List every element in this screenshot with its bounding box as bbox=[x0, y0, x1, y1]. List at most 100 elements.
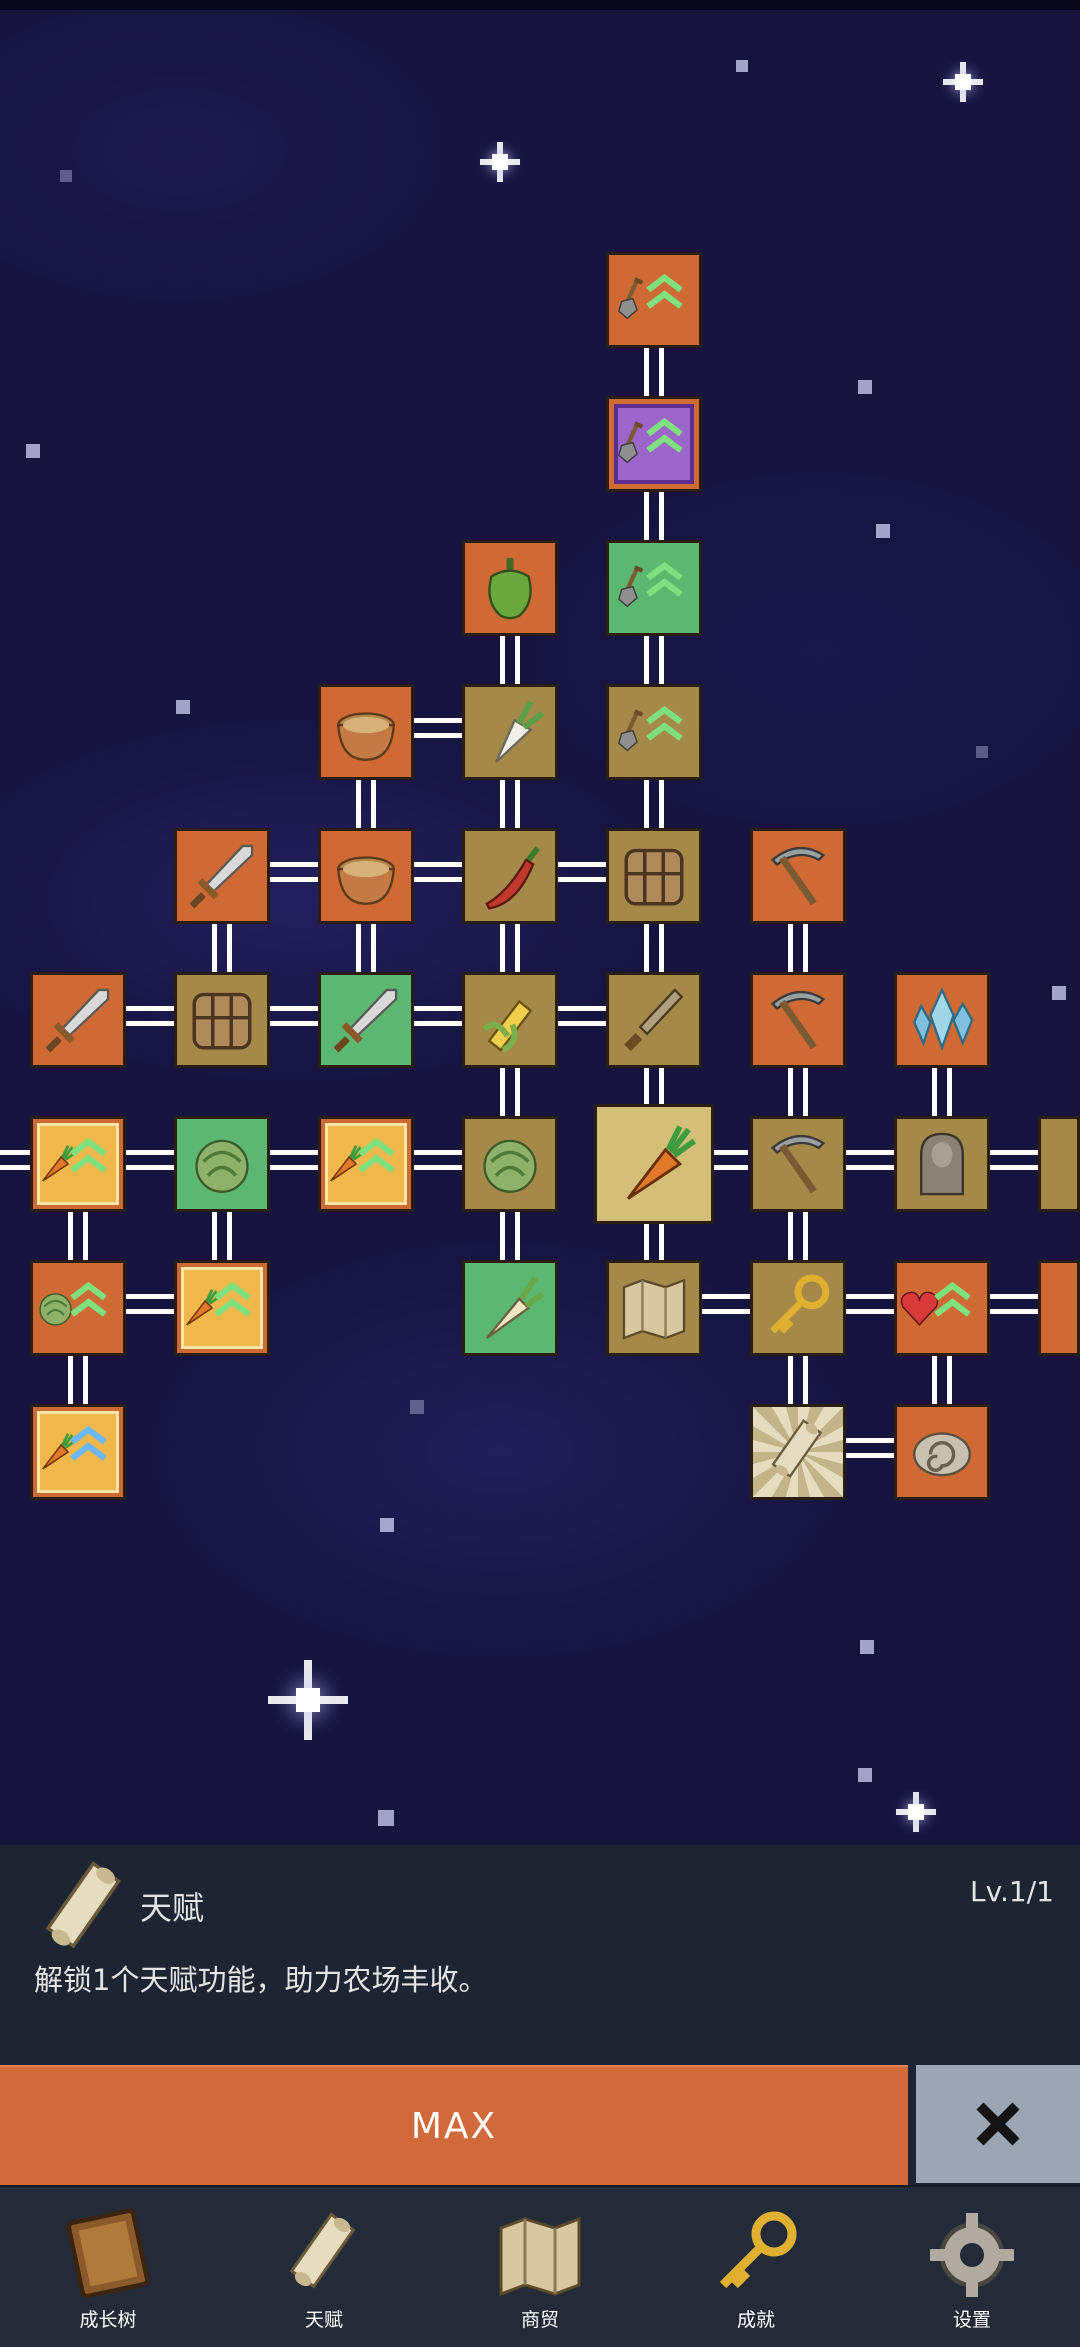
sword-node[interactable] bbox=[318, 972, 414, 1068]
tree-connector bbox=[500, 1068, 520, 1116]
max-button[interactable]: MAX bbox=[0, 2065, 908, 2185]
tree-connector bbox=[356, 924, 376, 972]
tree-connector bbox=[644, 780, 664, 828]
tree-connector bbox=[846, 1294, 894, 1314]
nav-tab-growth-tree[interactable]: 成长树 bbox=[48, 2207, 168, 2347]
map-node[interactable] bbox=[606, 1260, 702, 1356]
tree-connector bbox=[788, 1356, 808, 1404]
tree-connector bbox=[500, 780, 520, 828]
fossil-node[interactable] bbox=[894, 1404, 990, 1500]
corn-icon bbox=[473, 983, 547, 1057]
carrot-upgrade-node[interactable] bbox=[30, 1404, 126, 1500]
pepper-node[interactable] bbox=[462, 540, 558, 636]
bowl-node[interactable] bbox=[318, 828, 414, 924]
tree-connector bbox=[270, 1150, 318, 1170]
pickaxe-icon bbox=[761, 839, 835, 913]
pickaxe-icon bbox=[761, 983, 835, 1057]
star-dot bbox=[176, 700, 190, 714]
upgrade-chevron-icon bbox=[66, 1407, 111, 1481]
fossil-icon bbox=[905, 1415, 979, 1489]
parsnip-icon bbox=[473, 1271, 547, 1345]
pickaxe-node[interactable] bbox=[750, 972, 846, 1068]
bowl-node[interactable] bbox=[318, 684, 414, 780]
carrot-upgrade-node[interactable] bbox=[318, 1116, 414, 1212]
star-dot bbox=[1052, 986, 1066, 1000]
close-button[interactable] bbox=[916, 2065, 1080, 2183]
sword-icon bbox=[329, 983, 403, 1057]
tree-connector bbox=[932, 1356, 952, 1404]
nav-tab-talent[interactable]: 天赋 bbox=[264, 2207, 384, 2347]
cabbage-node[interactable] bbox=[174, 1116, 270, 1212]
sword-icon bbox=[185, 839, 259, 913]
tree-connector bbox=[644, 924, 664, 972]
status-bar bbox=[0, 0, 1080, 10]
chest-node[interactable] bbox=[174, 972, 270, 1068]
carrot-center-node[interactable] bbox=[594, 1104, 714, 1224]
book-icon bbox=[58, 2207, 158, 2303]
chest-node[interactable] bbox=[606, 828, 702, 924]
cabbage-upgrade-node[interactable] bbox=[30, 1260, 126, 1356]
tree-connector bbox=[788, 1068, 808, 1116]
scroll-node-selected[interactable] bbox=[750, 1404, 846, 1500]
parsnip-node[interactable] bbox=[462, 1260, 558, 1356]
upgrade-chevron-icon bbox=[354, 1119, 399, 1193]
cabbage-icon bbox=[185, 1127, 259, 1201]
crystal-node[interactable] bbox=[894, 972, 990, 1068]
tree-connector bbox=[356, 780, 376, 828]
heart-node-partial[interactable] bbox=[1038, 1260, 1080, 1356]
dagger-node[interactable] bbox=[606, 972, 702, 1068]
shovel-upgrade-node[interactable] bbox=[606, 684, 702, 780]
sword-node[interactable] bbox=[174, 828, 270, 924]
pickaxe-node[interactable] bbox=[750, 828, 846, 924]
nav-tab-settings[interactable]: 设置 bbox=[912, 2207, 1032, 2347]
nav-tab-achievements[interactable]: 成就 bbox=[696, 2207, 816, 2347]
nav-label: 设置 bbox=[952, 2309, 991, 2331]
nav-label: 成长树 bbox=[79, 2309, 137, 2331]
shovel-upgrade-node[interactable] bbox=[606, 252, 702, 348]
chili-pepper-icon bbox=[473, 839, 547, 913]
upgrade-chevron-icon bbox=[642, 543, 687, 617]
statue-node-partial[interactable] bbox=[1038, 1116, 1080, 1212]
tree-connector bbox=[68, 1356, 88, 1404]
star-dot bbox=[380, 1518, 394, 1532]
carrot-upgrade-node[interactable] bbox=[30, 1116, 126, 1212]
key-icon bbox=[706, 2207, 806, 2303]
pickaxe-icon bbox=[761, 1127, 835, 1201]
dagger-icon bbox=[617, 983, 691, 1057]
gear-icon bbox=[922, 2207, 1022, 2303]
tree-connector bbox=[500, 924, 520, 972]
shovel-upgrade-node[interactable] bbox=[606, 396, 702, 492]
tree-connector bbox=[644, 348, 664, 396]
tree-connector bbox=[932, 1068, 952, 1116]
upgrade-chevron-icon bbox=[66, 1263, 111, 1337]
sword-node[interactable] bbox=[30, 972, 126, 1068]
bell-pepper-icon bbox=[473, 551, 547, 625]
pickaxe-node[interactable] bbox=[750, 1116, 846, 1212]
chili-node[interactable] bbox=[462, 828, 558, 924]
chest-icon bbox=[185, 983, 259, 1057]
tree-connector bbox=[500, 1212, 520, 1260]
key-node[interactable] bbox=[750, 1260, 846, 1356]
carrot-upgrade-node[interactable] bbox=[174, 1260, 270, 1356]
tree-connector bbox=[990, 1150, 1038, 1170]
radish-node[interactable] bbox=[462, 684, 558, 780]
sword-icon bbox=[41, 983, 115, 1057]
tree-connector bbox=[558, 862, 606, 882]
shovel-upgrade-node[interactable] bbox=[606, 540, 702, 636]
upgrade-chevron-icon bbox=[930, 1263, 975, 1337]
tree-connector bbox=[212, 924, 232, 972]
tree-connector bbox=[126, 1150, 174, 1170]
tree-connector bbox=[788, 924, 808, 972]
corn-node[interactable] bbox=[462, 972, 558, 1068]
nav-tab-trade[interactable]: 商贸 bbox=[480, 2207, 600, 2347]
heart-node[interactable] bbox=[894, 1260, 990, 1356]
cabbage-node[interactable] bbox=[462, 1116, 558, 1212]
sparkle-star bbox=[896, 1792, 936, 1832]
tree-connector bbox=[714, 1150, 748, 1170]
statue-node[interactable] bbox=[894, 1116, 990, 1212]
cabbage-icon bbox=[473, 1127, 547, 1201]
tree-connector bbox=[270, 862, 318, 882]
statue-icon bbox=[905, 1127, 979, 1201]
tree-connector bbox=[68, 1212, 88, 1260]
scroll-icon bbox=[761, 1415, 835, 1489]
